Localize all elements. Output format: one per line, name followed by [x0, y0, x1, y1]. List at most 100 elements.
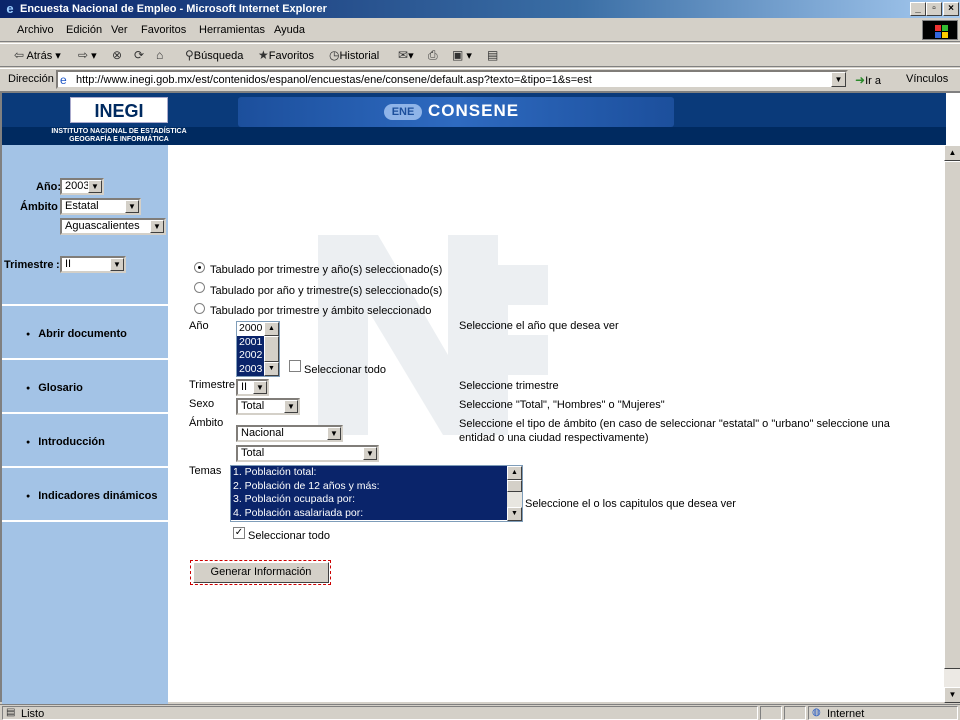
select-all-years-label: Seleccionar todo: [304, 364, 386, 376]
forward-arrow-icon: ⇨: [78, 48, 89, 62]
menu-ver[interactable]: Ver: [111, 24, 128, 36]
radio-tabulado-trimestre-ano[interactable]: [194, 262, 205, 273]
menu-archivo[interactable]: Archivo: [17, 24, 54, 36]
scope-select[interactable]: Estatal ▼: [60, 198, 141, 215]
back-arrow-icon: ⇦: [14, 48, 25, 62]
year-listbox-scrollbar[interactable]: ▲ ▼: [264, 322, 279, 376]
scroll-up-icon[interactable]: ▲: [944, 145, 960, 161]
year-select[interactable]: 2003 ▼: [60, 178, 104, 195]
topics-listbox-scrollbar[interactable]: ▲ ▼: [507, 466, 522, 521]
address-dropdown-button[interactable]: ▼: [831, 72, 846, 87]
zone-text: Internet: [827, 708, 865, 720]
address-bar: Dirección e http://www.inegi.gob.mx/est/…: [0, 68, 960, 90]
scope-help-line-1: Seleccione el tipo de ámbito (en caso de…: [459, 418, 890, 430]
topics-listbox[interactable]: 1. Población total: 2. Población de 12 a…: [230, 465, 523, 522]
page-content: INEGI INSTITUTO NACIONAL DE ESTADÍSTICA …: [0, 91, 960, 704]
nav-introduccion[interactable]: Introducción: [26, 436, 105, 448]
search-button[interactable]: ⚲Búsqueda: [185, 48, 243, 63]
ie-icon: e: [6, 1, 14, 16]
maximize-button[interactable]: ▫: [926, 2, 942, 16]
links-button[interactable]: Vínculos: [906, 73, 948, 85]
list-item[interactable]: 4. Población asalariada por:: [231, 506, 522, 520]
standard-toolbar: ⇦ Atrás ▾ ⇨ ▾ ⊗ ⟳ ⌂ ⚲Búsqueda ★Favoritos…: [0, 43, 960, 67]
status-bar: ▤ Listo ◍ Internet: [0, 704, 960, 720]
form-quarter-select[interactable]: II ▼: [236, 379, 269, 396]
query-form: Tabulado por trimestre y año(s) seleccio…: [168, 145, 944, 704]
refresh-icon: ⟳: [134, 48, 145, 62]
stop-icon: ⊗: [112, 48, 123, 62]
form-year-label: Año: [189, 320, 209, 332]
menu-edicion[interactable]: Edición: [66, 24, 102, 36]
scroll-down-icon[interactable]: ▼: [507, 507, 522, 521]
radio-tabulado-ano-trimestre[interactable]: [194, 282, 205, 293]
history-icon: ◷: [329, 48, 340, 62]
menu-ayuda[interactable]: Ayuda: [274, 24, 305, 36]
menu-herramientas[interactable]: Herramientas: [199, 24, 265, 36]
nav-abrir-documento[interactable]: Abrir documento: [26, 328, 127, 340]
edit-icon: ▣: [452, 48, 464, 62]
page-status-icon: ▤: [6, 707, 16, 718]
minimize-button[interactable]: _: [910, 2, 926, 16]
history-button[interactable]: ◷Historial: [329, 48, 379, 63]
radio-tabulado-trimestre-ambito[interactable]: [194, 303, 205, 314]
scroll-down-icon[interactable]: ▼: [944, 687, 960, 703]
go-arrow-icon: ➜: [855, 73, 866, 87]
print-button[interactable]: ⎙: [428, 48, 438, 63]
scroll-up-icon[interactable]: ▲: [507, 466, 522, 480]
chevron-down-icon: ▼: [150, 220, 164, 233]
chevron-down-icon: ▼: [327, 427, 341, 440]
edit-button[interactable]: ▣ ▾: [452, 48, 472, 63]
select-all-topics-checkbox[interactable]: ✓: [233, 527, 245, 539]
close-button[interactable]: ×: [943, 2, 959, 16]
page-scrollbar[interactable]: ▲ ▼: [944, 145, 960, 703]
sex-select[interactable]: Total ▼: [236, 398, 300, 415]
chevron-down-icon: ▼: [253, 381, 267, 394]
form-quarter-label: Trimestre: [189, 379, 236, 391]
year-label: Año:: [36, 181, 62, 193]
radio-label-2: Tabulado por año y trimestre(s) seleccio…: [210, 285, 443, 297]
topics-label: Temas: [189, 465, 222, 477]
title-bar: e Encuesta Nacional de Empleo - Microsof…: [0, 0, 960, 18]
mail-button[interactable]: ✉▾: [398, 48, 414, 63]
address-label: Dirección: [8, 73, 54, 85]
year-help: Seleccione el año que desea ver: [459, 320, 619, 332]
quarter-select[interactable]: II ▼: [60, 256, 126, 273]
forward-button[interactable]: ⇨ ▾: [78, 48, 97, 63]
list-item[interactable]: 3. Población ocupada por:: [231, 493, 522, 507]
status-text: Listo: [21, 708, 45, 720]
year-listbox[interactable]: 2000 2001 2002 2003 ▲ ▼: [236, 321, 280, 377]
scroll-up-icon[interactable]: ▲: [264, 322, 279, 336]
chevron-down-icon: ▼: [284, 400, 298, 413]
consene-header: ENE CONSENE: [238, 97, 674, 127]
form-scope-sub-select[interactable]: Total ▼: [236, 445, 379, 462]
nav-indicadores-dinamicos[interactable]: Indicadores dinámicos: [26, 490, 157, 502]
scope-help-line-2: entidad o una ciudad respectivamente): [459, 432, 649, 444]
scroll-down-icon[interactable]: ▼: [264, 362, 279, 376]
window-title: Encuesta Nacional de Empleo - Microsoft …: [20, 3, 327, 15]
home-icon: ⌂: [156, 48, 164, 62]
select-all-years-checkbox[interactable]: [289, 360, 301, 372]
home-button[interactable]: ⌂: [156, 48, 163, 63]
discuss-button[interactable]: ▤: [487, 48, 498, 63]
inegi-logo: INEGI: [70, 97, 168, 123]
generate-information-button[interactable]: Generar Información: [193, 562, 329, 583]
favorites-button[interactable]: ★Favoritos: [258, 48, 314, 63]
list-item[interactable]: 1. Población total:: [231, 466, 522, 480]
topics-help: Seleccione el o los capitulos que desea …: [525, 498, 736, 510]
favorites-icon: ★: [258, 48, 269, 62]
refresh-button[interactable]: ⟳: [134, 48, 144, 63]
list-item[interactable]: 2. Población de 12 años y más:: [231, 479, 522, 493]
address-input[interactable]: e http://www.inegi.gob.mx/est/contenidos…: [56, 70, 848, 89]
state-select[interactable]: Aguascalientes ▼: [60, 218, 166, 235]
menu-favoritos[interactable]: Favoritos: [141, 24, 186, 36]
stop-button[interactable]: ⊗: [112, 48, 122, 63]
chevron-down-icon: ▼: [363, 447, 377, 460]
back-button[interactable]: ⇦ Atrás ▾: [14, 48, 61, 63]
quarter-help: Seleccione trimestre: [459, 380, 559, 392]
form-scope-select[interactable]: Nacional ▼: [236, 425, 343, 442]
go-button[interactable]: ➜Ir a: [855, 73, 881, 87]
chevron-down-icon: ▼: [88, 180, 102, 193]
menu-bar: Archivo Edición Ver Favoritos Herramient…: [0, 18, 960, 42]
nav-glosario[interactable]: Glosario: [26, 382, 83, 394]
consene-title: CONSENE: [428, 101, 520, 120]
